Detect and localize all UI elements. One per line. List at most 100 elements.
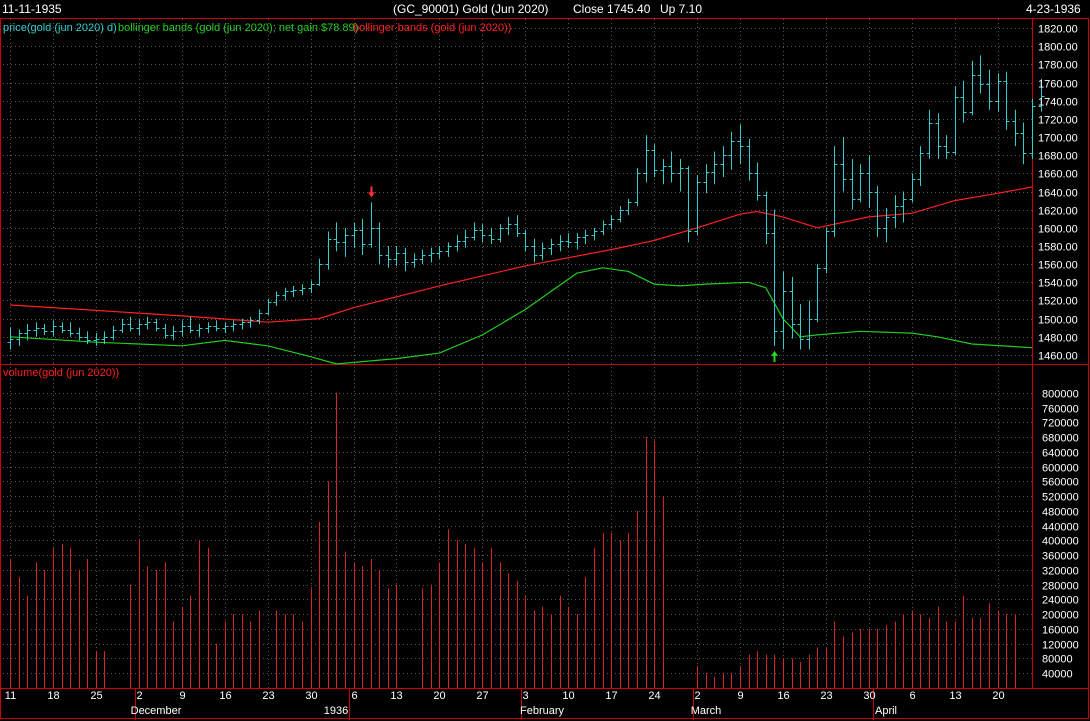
volume-tick-label: 480000 [1042,507,1079,519]
price-bar [76,327,83,341]
volume-tick-label: 120000 [1042,640,1079,652]
price-bar [316,258,323,286]
volume-bars [10,392,1016,688]
price-bar [557,235,564,252]
price-bar [806,300,813,350]
volume-tick-label: 560000 [1042,477,1079,489]
price-bar [393,245,400,266]
price-bar [505,216,512,236]
price-bar [144,316,151,330]
volume-tick-label: 440000 [1042,522,1079,534]
price-bar [952,86,959,156]
price-bar [290,285,297,297]
date-tick-label: 11 [5,690,16,702]
price-bar [617,206,624,223]
price-bar [823,227,830,274]
price-bar [849,158,856,210]
price-bar [33,322,40,337]
date-tick-label: 30 [305,690,317,702]
price-tick-label: 1540.00 [1038,278,1078,290]
volume-tick-label: 280000 [1042,581,1079,593]
date-tick-label: 13 [949,690,961,702]
price-bar [462,229,469,248]
price-bar [308,280,315,294]
price-bar [883,207,890,243]
volume-tick-label: 760000 [1042,404,1079,416]
price-bar [445,242,452,257]
price-bar [110,325,117,341]
price-tick-label: 1480.00 [1038,333,1078,345]
price-bar [7,327,14,350]
date-tick-label: 25 [90,690,102,702]
price-bar [660,158,667,185]
volume-tick-label: 40000 [1042,669,1073,681]
date-tick-label: 16 [777,690,789,702]
price-bar [582,229,589,245]
price-bar [488,227,495,245]
date-tick-label: 20 [992,690,1004,702]
price-bar [960,80,967,123]
price-bar [565,233,572,248]
price-bar [222,322,229,334]
price-bar [771,209,778,346]
month-label: December [131,705,182,717]
volume-tick-label: 520000 [1042,492,1079,504]
price-bar [574,233,581,250]
price-bar [874,186,881,237]
price-bar [600,220,607,236]
date-tick-label: 6 [351,690,357,702]
price-bar [720,146,727,177]
price-bar [385,245,392,268]
price-tick-label: 1560.00 [1038,260,1078,272]
price-tick-label: 1680.00 [1038,151,1078,163]
price-tick-label: 1800.00 [1038,42,1078,54]
price-bar [325,231,332,270]
price-bar [522,229,529,252]
price-bar [711,151,718,185]
price-tick-label: 1780.00 [1038,60,1078,72]
volume-legend: volume(gold (jun 2020)) [3,367,120,379]
price-bar [780,271,787,350]
date-tick-label: 3 [522,690,528,702]
price-bar [1020,122,1027,165]
price-bar [136,318,143,335]
price-bar [625,198,632,216]
price-bar [471,222,478,241]
date-tick-label: 27 [476,690,488,702]
price-bar [179,320,186,337]
price-bar [643,135,650,183]
price-bar [866,155,873,208]
price-bar [196,324,203,337]
volume-tick-label: 200000 [1042,610,1079,622]
price-legend: price(gold (jun 2020) d) [3,22,117,34]
price-tick-label: 1720.00 [1038,115,1078,127]
date-tick-label: 20 [433,690,445,702]
price-bar [333,222,340,252]
price-tick-label: 1700.00 [1038,133,1078,145]
price-tick-label: 1640.00 [1038,188,1078,200]
month-label: April [875,705,897,717]
price-bar [273,291,280,306]
price-bar [454,235,461,252]
price-bar [694,175,701,236]
date-tick-label: 17 [605,690,617,702]
price-bar [900,191,907,223]
price-bar [59,322,66,334]
price-tick-label: 1620.00 [1038,206,1078,218]
price-bar [892,195,899,228]
price-bar [67,322,74,337]
price-bar [187,316,194,334]
price-bar [368,202,375,248]
price-bar [995,73,1002,112]
volume-tick-label: 800000 [1042,389,1079,401]
upper-band-legend: bollinger bands (gold (jun 2020)) [353,22,512,34]
price-bar [548,238,555,256]
price-tick-label: 1600.00 [1038,224,1078,236]
price-bar [436,245,443,259]
price-bar [737,124,744,165]
price-bar [205,322,212,334]
price-tick-label: 1740.00 [1038,97,1078,109]
price-bar [668,151,675,183]
price-bar [986,69,993,110]
date-tick-label: 18 [47,690,59,702]
